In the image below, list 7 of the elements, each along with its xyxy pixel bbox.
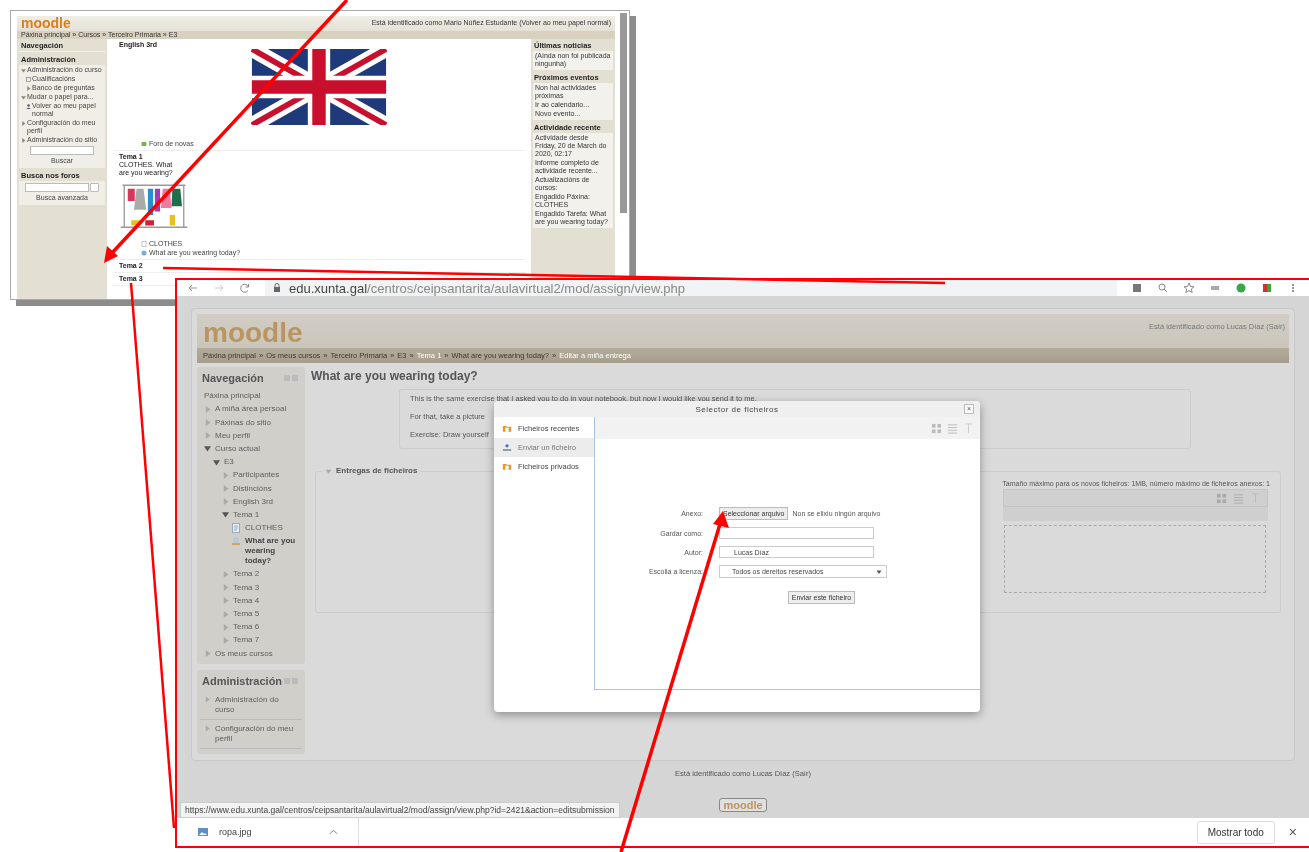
block-title: Navegación bbox=[202, 372, 264, 384]
dialog-title: Selector de ficheiros bbox=[695, 404, 779, 414]
block-title: Administración bbox=[202, 674, 283, 687]
status-url: https://www.edu.xunta.gal/centros/ceipsantarita/aulavirtual2/mod/assign/view.php?id=2421&action=editsubmission bbox=[180, 802, 620, 818]
moodle-logo: moodle bbox=[21, 16, 71, 31]
moodle-logo: moodle bbox=[203, 318, 303, 348]
page-title: What are you wearing today? bbox=[311, 369, 479, 383]
